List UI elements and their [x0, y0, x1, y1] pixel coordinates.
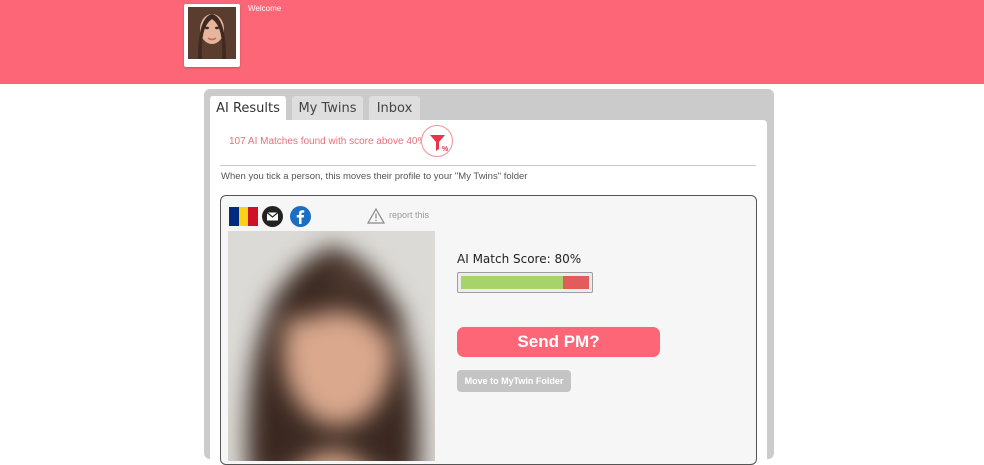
romania-flag-icon [229, 207, 259, 226]
top-header: Welcome [0, 0, 984, 84]
blurred-photo-image [228, 231, 435, 461]
tab-inbox[interactable]: Inbox [369, 96, 420, 120]
divider [220, 165, 756, 166]
tab-ai-results[interactable]: AI Results [210, 96, 286, 120]
email-icon[interactable] [262, 206, 283, 227]
flag-stripe-blue [229, 207, 239, 226]
score-bar-fill [461, 276, 564, 289]
profile-photo[interactable] [228, 231, 435, 461]
filter-percent-icon: % [430, 135, 449, 153]
avatar[interactable] [184, 4, 240, 67]
report-link[interactable]: report this [389, 210, 429, 220]
send-pm-button[interactable]: Send PM? [457, 327, 660, 357]
match-score-bar [457, 272, 593, 293]
flag-stripe-yellow [238, 207, 249, 226]
avatar-photo [188, 7, 236, 59]
facebook-icon[interactable] [290, 206, 311, 227]
move-to-mytwin-button[interactable]: Move to MyTwin Folder [457, 370, 571, 392]
match-score-label: AI Match Score: 80% [457, 252, 582, 266]
svg-text:%: % [442, 146, 449, 153]
score-bar-track [461, 276, 589, 289]
filter-button[interactable]: % [421, 125, 453, 157]
flag-stripe-red [248, 207, 259, 226]
warning-icon[interactable] [366, 207, 386, 224]
tab-my-twins[interactable]: My Twins [292, 96, 363, 120]
info-text: When you tick a person, this moves their… [221, 171, 528, 182]
welcome-text: Welcome [248, 4, 282, 13]
matches-count-text: 107 AI Matches found with score above 40… [229, 136, 427, 147]
